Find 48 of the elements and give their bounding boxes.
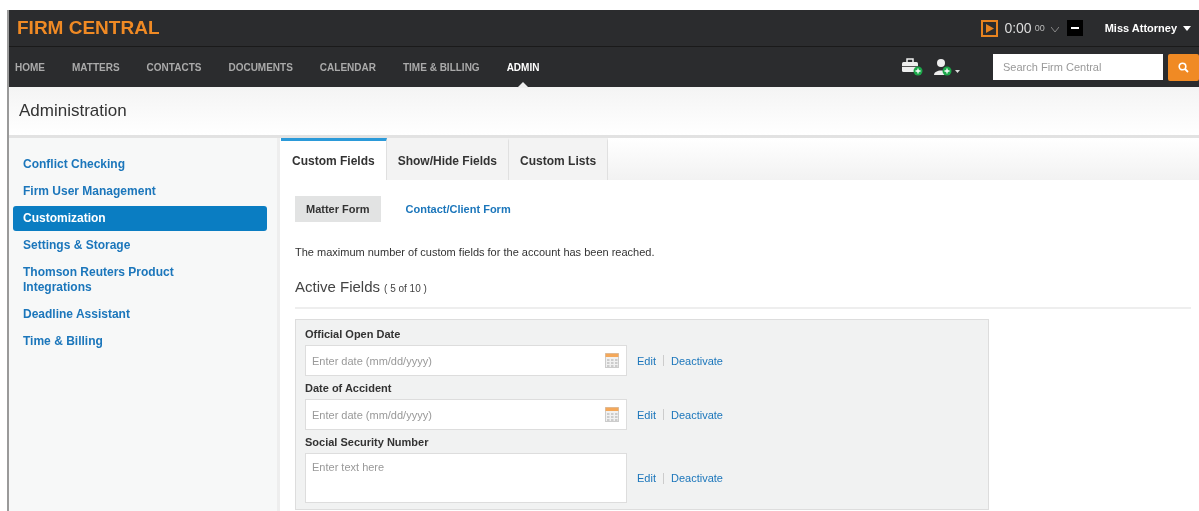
search-field[interactable]: Search Firm Central — [993, 54, 1163, 80]
field-count: ( 5 of 10 ) — [384, 283, 427, 294]
user-add-icon[interactable] — [933, 58, 961, 76]
play-button[interactable] — [981, 19, 999, 37]
tab[interactable]: Custom Fields — [281, 138, 387, 180]
minus-icon — [1070, 27, 1079, 29]
section-title: Active Fields — [295, 278, 381, 295]
minimize-button[interactable] — [1066, 20, 1083, 36]
form-tab[interactable]: Contact/Client Form — [394, 196, 522, 222]
timer-display: 0:00 — [1004, 20, 1032, 36]
deactivate-link[interactable]: Deactivate — [670, 472, 723, 484]
form-tab[interactable]: Matter Form — [295, 196, 381, 222]
sidebar-item[interactable]: Conflict Checking — [13, 152, 267, 177]
nav-tab[interactable]: CONTACTS — [146, 61, 202, 73]
nav-tab[interactable]: CALENDAR — [319, 61, 376, 73]
field-label: Date of Accident — [305, 382, 393, 394]
search-icon — [1178, 61, 1189, 73]
caret-icon — [1183, 25, 1191, 31]
field-label: Official Open Date — [305, 328, 402, 340]
edit-link[interactable]: Edit — [637, 408, 656, 421]
nav-tab[interactable]: HOME — [15, 61, 45, 73]
field-label: Social Security Number — [305, 436, 430, 448]
app-logo: FIRM CENTRAL — [17, 17, 161, 39]
tab[interactable]: Show/Hide Fields — [386, 138, 510, 180]
edit-link[interactable]: Edit — [637, 354, 656, 367]
limit-notice: The maximum number of custom fields for the account has been reached. — [295, 246, 656, 258]
text-field[interactable]: Enter text here — [305, 453, 627, 503]
user-menu[interactable]: Miss Attorney — [1104, 22, 1191, 34]
sidebar-item[interactable]: Thomson Reuters Product Integrations — [13, 260, 267, 300]
play-icon — [985, 23, 994, 33]
search-button[interactable] — [1168, 53, 1199, 81]
sidebar-item[interactable]: Deadline Assistant — [13, 302, 267, 327]
date-field[interactable]: Enter date (mm/dd/yyyy) — [305, 345, 627, 376]
nav-tab[interactable]: DOCUMENTS — [228, 61, 293, 73]
page-title: Administration — [19, 101, 127, 121]
nav-tab[interactable]: TIME & BILLING — [402, 61, 480, 73]
date-field[interactable]: Enter date (mm/dd/yyyy) — [305, 399, 627, 430]
briefcase-add-icon[interactable] — [901, 58, 923, 76]
deactivate-link[interactable]: Deactivate — [670, 354, 723, 367]
tab[interactable]: Custom Lists — [509, 138, 609, 180]
sidebar-item[interactable]: Settings & Storage — [13, 233, 267, 258]
edit-link[interactable]: Edit — [637, 472, 656, 484]
sidebar-item[interactable]: Time & Billing — [13, 329, 267, 354]
sidebar-item[interactable]: Customization — [13, 206, 267, 231]
sidebar-item[interactable]: Firm User Management — [13, 179, 267, 204]
timer-unit: 00 — [1034, 23, 1045, 33]
nav-tab[interactable]: MATTERS — [72, 61, 120, 73]
deactivate-link[interactable]: Deactivate — [670, 408, 723, 421]
